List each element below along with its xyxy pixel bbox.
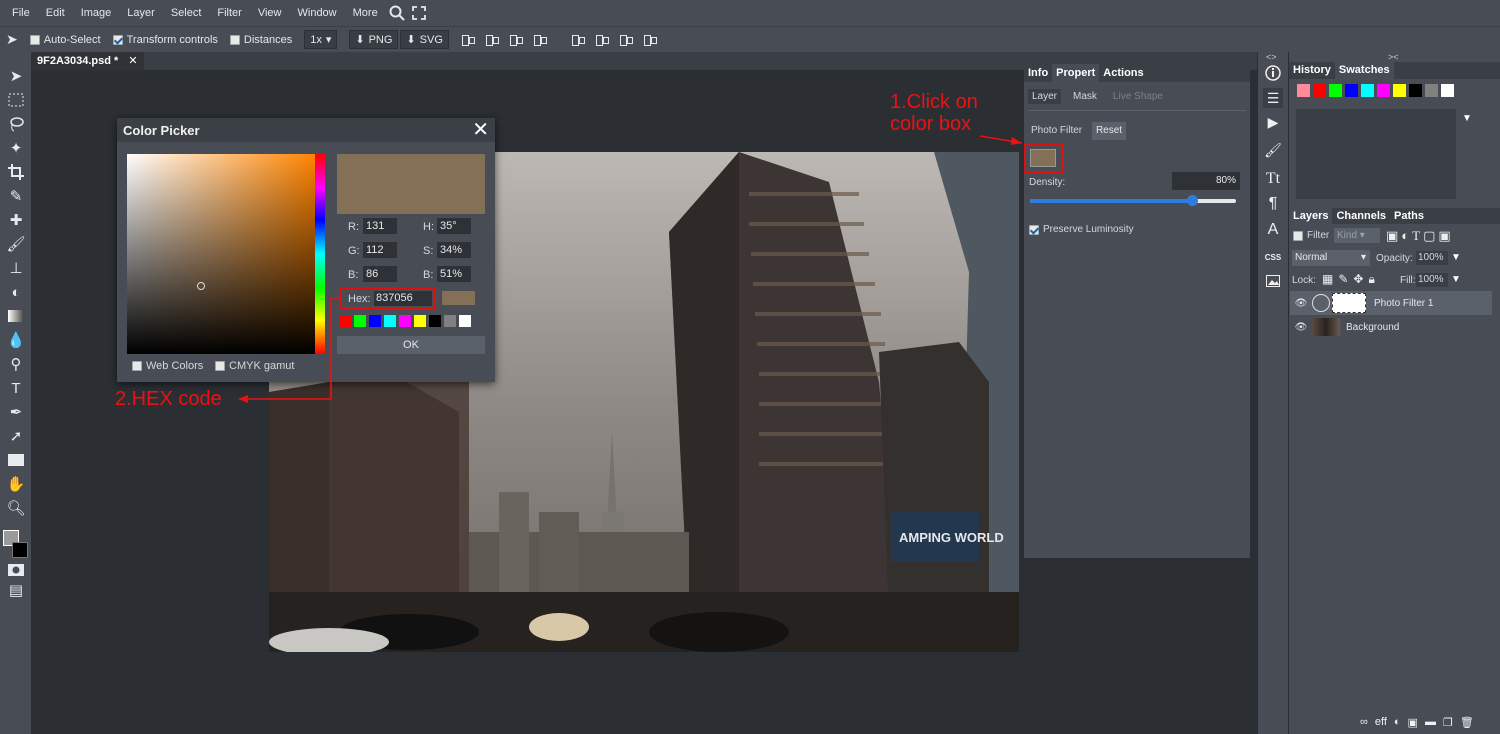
layer-mask-thumbnail[interactable] — [1332, 293, 1366, 313]
tab-history[interactable]: History — [1289, 62, 1335, 79]
lock-pixels-icon[interactable]: ✎ — [1338, 272, 1348, 287]
preserve-luminosity-checkbox[interactable] — [1029, 224, 1039, 235]
swatch[interactable] — [1361, 84, 1374, 97]
swatches-area[interactable] — [1296, 109, 1456, 199]
smart-object-filter-icon[interactable]: ▣ — [1438, 228, 1450, 244]
lock-transparency-icon[interactable]: ▦ — [1322, 272, 1333, 287]
swatch[interactable] — [1377, 84, 1390, 97]
lock-options: ▦ ✎ ✥ 🔒︎ — [1322, 272, 1375, 287]
subtab-layer[interactable]: Layer — [1028, 88, 1062, 104]
swatch[interactable] — [1393, 84, 1406, 97]
filter-color-box[interactable] — [1030, 149, 1056, 167]
opacity-label: Opacity: — [1376, 253, 1413, 264]
image-icon[interactable] — [1263, 271, 1283, 291]
step1-annotation: 1.Click on color box — [890, 91, 978, 135]
step1-line2: color box — [890, 113, 972, 135]
tab-paths[interactable]: Paths — [1390, 208, 1428, 224]
layers-bottom-toolbar: ∞ eff ◐ ▣ ▬ ❐ 🗑︎ — [1360, 716, 1474, 729]
density-label: Density: — [1029, 177, 1066, 188]
shape-filter-icon[interactable]: ▢ — [1423, 228, 1435, 244]
layer-name[interactable]: Background — [1346, 322, 1399, 333]
collapse-right-icon[interactable]: >< — [1388, 52, 1399, 62]
subtab-live-shape[interactable]: Live Shape — [1109, 89, 1167, 104]
properties-tabs: Info Propert Actions — [1024, 64, 1250, 82]
density-field[interactable]: 80% — [1172, 172, 1240, 190]
tab-actions[interactable]: Actions — [1099, 64, 1147, 82]
visibility-eye-icon[interactable]: 👁︎ — [1290, 322, 1312, 333]
tab-swatches[interactable]: Swatches — [1334, 62, 1394, 79]
divider — [1028, 110, 1246, 111]
swatch[interactable] — [1425, 84, 1438, 97]
blend-mode-value: Normal — [1295, 252, 1328, 263]
type-filter-icon[interactable]: T — [1412, 228, 1420, 244]
adjustment-filter-icon[interactable]: ◐ — [1401, 228, 1409, 244]
reset-button[interactable]: Reset — [1092, 122, 1126, 140]
swatch[interactable] — [1297, 84, 1310, 97]
step2-annotation: 2.HEX code — [115, 388, 222, 410]
layer-row[interactable]: 👁︎ Photo Filter 1 — [1290, 291, 1492, 315]
swatch[interactable] — [1313, 84, 1326, 97]
swatch[interactable] — [1409, 84, 1422, 97]
new-group-icon[interactable]: ▬ — [1425, 716, 1436, 729]
layer-name[interactable]: Photo Filter 1 — [1374, 298, 1433, 309]
kind-value: Kind — [1337, 230, 1358, 241]
delete-layer-icon[interactable]: 🗑︎ — [1460, 716, 1474, 729]
layers-tabs: Layers Channels Paths — [1289, 208, 1500, 224]
fill-dropdown-icon[interactable]: ▼ — [1451, 274, 1461, 285]
swatch[interactable] — [1329, 84, 1342, 97]
paragraph-icon[interactable]: ¶ — [1263, 194, 1283, 214]
layer-filter-label: Filter — [1307, 230, 1330, 241]
visibility-eye-icon[interactable]: 👁︎ — [1290, 298, 1312, 309]
tab-properties[interactable]: Propert — [1052, 64, 1100, 82]
properties-icon[interactable]: ☰ — [1263, 88, 1283, 108]
layer-kind-filters: ▣ ◐ T ▢ ▣ — [1386, 228, 1451, 244]
opacity-field[interactable]: 100% — [1416, 251, 1448, 265]
brush-settings-icon[interactable]: 🖌 — [1263, 140, 1283, 160]
panel-icon-column: <> ☰ ▶ 🖌 Tt ¶ A CSS — [1258, 52, 1288, 734]
css-icon[interactable]: CSS — [1263, 247, 1283, 267]
step1-line1: 1.Click on — [890, 91, 978, 113]
info-icon[interactable] — [1263, 63, 1283, 83]
tab-info[interactable]: Info — [1024, 64, 1052, 82]
glyphs-icon[interactable]: A — [1263, 220, 1283, 240]
new-layer-icon[interactable]: ❐ — [1443, 716, 1453, 729]
swatch[interactable] — [1441, 84, 1454, 97]
density-slider-handle[interactable] — [1187, 195, 1198, 206]
history-tabs: History Swatches — [1289, 62, 1500, 79]
character-icon[interactable]: Tt — [1263, 169, 1283, 189]
actions-play-icon[interactable]: ▶ — [1263, 112, 1283, 132]
add-mask-icon[interactable]: ▣ — [1408, 716, 1418, 729]
lock-all-icon[interactable]: 🔒︎ — [1368, 272, 1374, 287]
fill-field[interactable]: 100% — [1416, 273, 1448, 287]
density-slider-fill — [1030, 199, 1190, 203]
adjustment-layer-icon — [1312, 294, 1330, 312]
swatches-menu-icon[interactable]: ▼ — [1462, 113, 1472, 124]
properties-panel: Info Propert Actions Layer Mask Live Sha… — [1024, 64, 1250, 558]
swatch[interactable] — [1345, 84, 1358, 97]
lock-position-icon[interactable]: ✥ — [1353, 272, 1363, 287]
kind-dropdown[interactable]: Kind ▾ — [1334, 228, 1380, 243]
lock-label: Lock: — [1292, 275, 1316, 286]
properties-subtabs: Layer Mask Live Shape — [1028, 86, 1167, 106]
preserve-luminosity-option[interactable]: Preserve Luminosity — [1029, 224, 1134, 235]
opacity-dropdown-icon[interactable]: ▼ — [1451, 252, 1461, 263]
link-layers-icon[interactable]: ∞ — [1360, 716, 1368, 729]
pixel-filter-icon[interactable]: ▣ — [1386, 228, 1398, 244]
blend-mode-dropdown[interactable]: Normal ▾ — [1292, 250, 1370, 266]
fill-label: Fill: — [1400, 275, 1416, 286]
layer-filter-option[interactable]: Filter — [1293, 230, 1329, 241]
subtab-mask[interactable]: Mask — [1069, 89, 1101, 104]
layer-filter-checkbox[interactable] — [1293, 230, 1303, 241]
collapse-icon[interactable]: <> — [1266, 52, 1277, 62]
preserve-luminosity-label: Preserve Luminosity — [1043, 224, 1134, 235]
layer-effects-icon[interactable]: eff — [1375, 716, 1387, 729]
layer-thumbnail — [1312, 318, 1340, 336]
tab-layers[interactable]: Layers — [1289, 208, 1333, 224]
photo-filter-label: Photo Filter — [1031, 125, 1083, 136]
layer-row[interactable]: 👁︎ Background — [1290, 315, 1492, 339]
adjustment-layer-icon[interactable]: ◐ — [1394, 716, 1401, 729]
tab-channels[interactable]: Channels — [1332, 208, 1390, 224]
